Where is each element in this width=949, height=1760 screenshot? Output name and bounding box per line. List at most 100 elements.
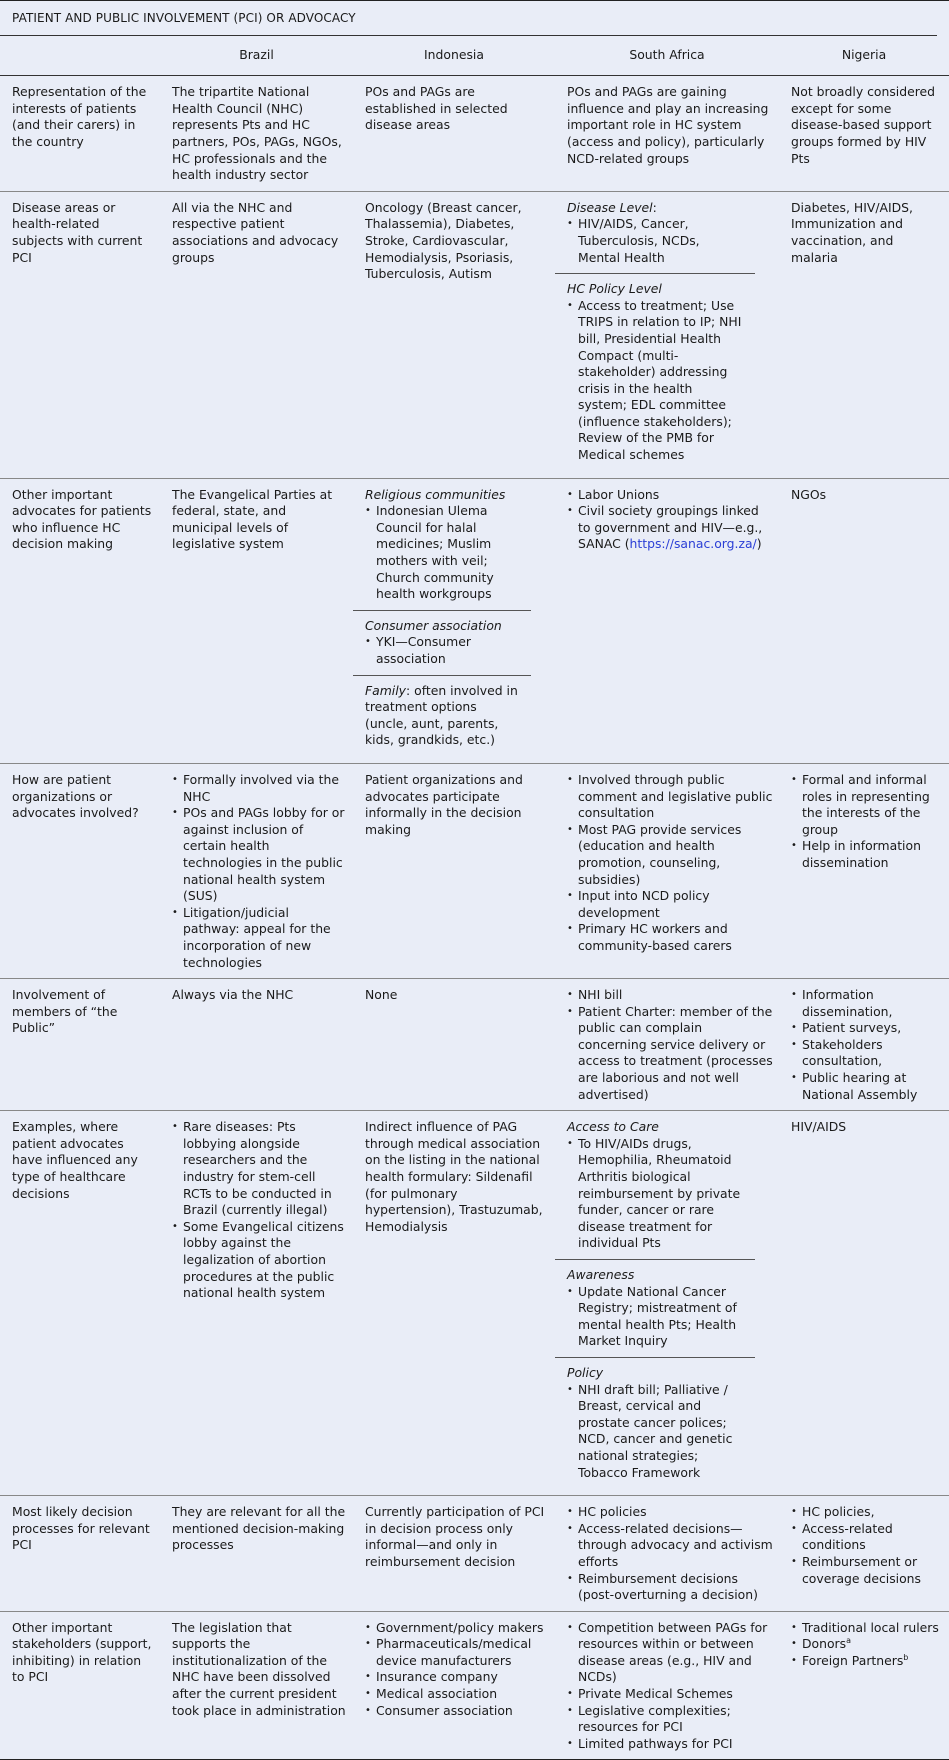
list-item: Stakeholders consultation, <box>791 1037 943 1070</box>
cell-brazil: The tripartite National Health Council (… <box>160 75 353 192</box>
row-label: Other important stakeholders (support, i… <box>12 1619 152 1685</box>
list-item: Pharmaceuticals/medical device manufactu… <box>365 1636 549 1669</box>
table-title: PATIENT AND PUBLIC INVOLVEMENT (PCI) OR … <box>0 1 937 36</box>
bullet-list: Formally involved via the NHC POs and PA… <box>172 772 347 971</box>
list-item: Foreign Partnersb <box>791 1653 943 1670</box>
cell-south-africa: Labor Unions Civil society groupings lin… <box>555 478 779 764</box>
list-item: Formal and informal roles in representin… <box>791 772 943 838</box>
table-row-representation: Representation of the interests of patie… <box>0 75 949 192</box>
cell-south-africa: Disease Level: HIV/AIDS, Cancer, Tubercu… <box>555 191 779 479</box>
bullet-list: Rare diseases: Pts lobbying alongside re… <box>172 1119 347 1302</box>
table-row-how-involved: How are patient organizations or advocat… <box>0 763 949 980</box>
cell-nigeria: HIV/AIDS <box>779 1110 949 1497</box>
cell-indonesia: Indirect influence of PAG through medica… <box>353 1110 555 1497</box>
sub-heading: Religious communities <box>365 486 506 502</box>
list-item-text: Traditional local rulers <box>802 1619 939 1635</box>
list-item: Labor Unions <box>567 487 773 504</box>
footnote-marker-a[interactable]: a <box>846 1636 851 1645</box>
list-item: Involved through public comment and legi… <box>567 772 773 822</box>
row-label: Most likely decision processes for relev… <box>0 1495 160 1612</box>
list-item: Access to treatment; Use TRIPS in relati… <box>567 298 745 464</box>
cell-brazil: The Evangelical Parties at federal, stat… <box>160 478 353 764</box>
cell-nigeria: Traditional local rulers Donorsa Foreign… <box>779 1611 949 1759</box>
sub-block-access-to-care: Access to Care To HIV/AIDs drugs, Hemoph… <box>555 1119 755 1259</box>
row-label: How are patient organizations or advocat… <box>0 763 160 980</box>
cell-brazil: All via the NHC and respective patient a… <box>160 191 353 479</box>
row-label: Disease areas or health-related subjects… <box>0 191 160 479</box>
cell-brazil: They are relevant for all the mentioned … <box>160 1495 353 1612</box>
list-item: Primary HC workers and community-based c… <box>567 921 773 954</box>
bullet-list: HC policies, Access-related conditions R… <box>791 1504 943 1587</box>
cell-brazil: The legislation that supports the instit… <box>172 1619 346 1718</box>
list-item: Rare diseases: Pts lobbying alongside re… <box>172 1119 347 1219</box>
bullet-list: Government/policy makers Pharmaceuticals… <box>365 1620 549 1720</box>
list-item-text: Foreign Partners <box>802 1652 904 1668</box>
sub-block-religious-communities: Religious communities Indonesian Ulema C… <box>353 487 531 610</box>
list-item: Consumer association <box>365 1703 549 1720</box>
sub-heading: Policy <box>567 1364 604 1380</box>
bullet-list: Formal and informal roles in representin… <box>791 772 943 872</box>
bullet-list: Information dissemination, Patient surve… <box>791 987 943 1103</box>
sub-heading: Access to Care <box>567 1119 659 1135</box>
list-item: Competition between PAGs for resources w… <box>567 1620 773 1686</box>
cell-indonesia: Currently participation of PCI in decisi… <box>353 1495 555 1612</box>
cell-indonesia: Oncology (Breast cancer, Thalassemia), D… <box>353 191 555 479</box>
column-header-blank <box>0 35 160 77</box>
list-item: Access-related decisions—through advocac… <box>567 1521 773 1571</box>
bullet-list: Access to treatment; Use TRIPS in relati… <box>567 298 745 464</box>
sanac-link[interactable]: https://sanac.org.za/ <box>630 536 757 551</box>
cell-nigeria: Diabetes, HIV/AIDS, Immunization and vac… <box>779 191 949 479</box>
cell-brazil: Formally involved via the NHC POs and PA… <box>160 763 353 980</box>
list-item: Help in information dissemination <box>791 838 943 871</box>
cell-brazil: Always via the NHC <box>160 978 353 1112</box>
list-item: Access-related conditions <box>791 1521 943 1554</box>
cell-nigeria: Information dissemination, Patient surve… <box>779 978 949 1112</box>
list-item: Most PAG provide services (education and… <box>567 822 773 888</box>
pci-table: Brazil Indonesia South Africa Nigeria Re… <box>0 35 949 1760</box>
list-item: NHI draft bill; Palliative / Breast, cer… <box>567 1382 745 1482</box>
cell-south-africa: Involved through public comment and legi… <box>555 763 779 980</box>
bullet-list: Labor Unions Civil society groupings lin… <box>567 487 773 553</box>
list-item-text: Donors <box>802 1636 847 1652</box>
list-item: Insurance company <box>365 1669 549 1686</box>
column-header-indonesia: Indonesia <box>353 35 555 77</box>
list-item: Patient surveys, <box>791 1020 943 1037</box>
list-item: Reimbursement decisions (post-overturnin… <box>567 1571 773 1604</box>
sub-heading: Awareness <box>567 1267 635 1282</box>
cell-indonesia: Patient organizations and advocates part… <box>353 763 555 980</box>
list-item: Traditional local rulers <box>791 1620 943 1637</box>
sub-heading: HC Policy Level <box>567 281 662 297</box>
row-label: Examples, where patient advocates have i… <box>0 1110 160 1497</box>
list-item: Public hearing at National Assembly <box>791 1070 943 1103</box>
table-row-public-involvement: Involvement of members of “the Public” A… <box>0 978 949 1112</box>
list-item: Patient Charter: member of the public ca… <box>567 1004 773 1104</box>
table-row-disease-areas: Disease areas or health-related subjects… <box>0 191 949 479</box>
list-item: POs and PAGs lobby for or against inclus… <box>172 805 347 905</box>
list-item: Input into NCD policy development <box>567 888 773 921</box>
bullet-list: YKI—Consumer association <box>365 634 521 667</box>
list-item: Private Medical Schemes <box>567 1686 773 1703</box>
sub-heading: Disease Level <box>567 199 653 215</box>
cell-nigeria: HC policies, Access-related conditions R… <box>779 1495 949 1612</box>
row-label: Other important advocates for patients w… <box>0 478 160 764</box>
cell-nigeria: Not broadly considered except for some d… <box>779 75 949 192</box>
cell-south-africa: HC policies Access-related decisions—thr… <box>555 1495 779 1612</box>
bullet-list: Involved through public comment and legi… <box>567 772 773 955</box>
list-item: Legislative complexities; resources for … <box>567 1703 773 1736</box>
footnote-marker-b[interactable]: b <box>903 1653 908 1662</box>
list-item: YKI—Consumer association <box>365 634 521 667</box>
sub-block-policy: Policy NHI draft bill; Palliative / Brea… <box>555 1356 755 1488</box>
sub-heading: Family <box>365 682 407 698</box>
bullet-list: HIV/AIDS, Cancer, Tuberculosis, NCDs, Me… <box>567 216 745 266</box>
list-item: Some Evangelical citizens lobby against … <box>172 1219 347 1302</box>
list-item: Update National Cancer Registry; mistrea… <box>567 1284 745 1350</box>
column-header-brazil: Brazil <box>160 35 353 77</box>
cell-nigeria: NGOs <box>779 478 949 764</box>
table-row-decision-processes: Most likely decision processes for relev… <box>0 1495 949 1612</box>
list-item: Donorsa <box>791 1636 943 1653</box>
list-item: Indonesian Ulema Council for halal medic… <box>365 503 521 603</box>
cell-indonesia: Government/policy makers Pharmaceuticals… <box>353 1611 555 1759</box>
cell-brazil: Rare diseases: Pts lobbying alongside re… <box>160 1110 353 1497</box>
pci-table-container: PATIENT AND PUBLIC INVOLVEMENT (PCI) OR … <box>0 0 949 1760</box>
bullet-list: Indonesian Ulema Council for halal medic… <box>365 503 521 603</box>
